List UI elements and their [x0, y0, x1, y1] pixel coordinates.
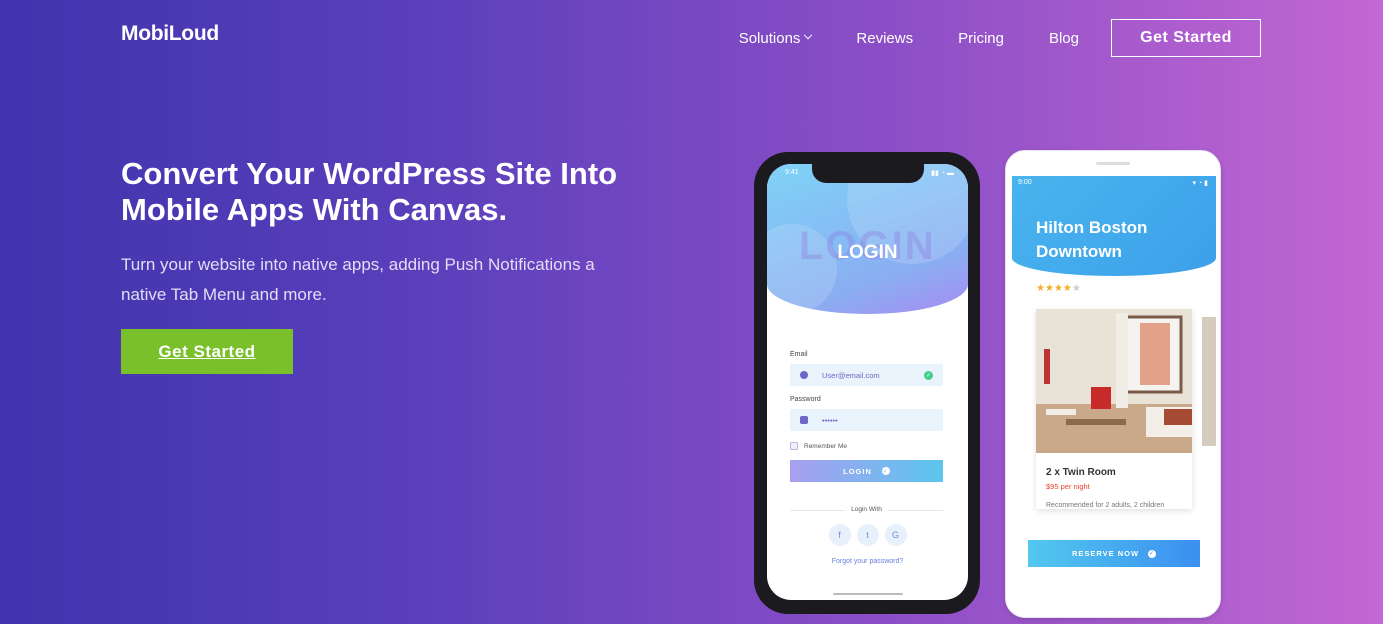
star-icon: ★ — [1062, 283, 1072, 294]
nav-solutions[interactable]: Solutions — [739, 30, 813, 47]
next-room-image[interactable] — [1202, 317, 1216, 446]
login-header: LOGIN LOGIN — [767, 164, 968, 314]
check-icon: ✓ — [924, 370, 933, 380]
rating-stars: ★★★★★ — [1036, 283, 1081, 294]
email-label: Email — [790, 351, 808, 358]
nav-blog[interactable]: Blog — [1049, 30, 1079, 47]
remember-me-checkbox[interactable]: Remember Me — [790, 442, 847, 450]
password-label: Password — [790, 396, 821, 403]
forgot-password-link[interactable]: Forgot your password? — [767, 558, 968, 565]
hotel-screen: 9:00 ▾ ◔ ▮ Hilton Boston Downtown ★★★★★ — [1012, 176, 1216, 604]
user-icon — [800, 371, 808, 379]
nav-reviews[interactable]: Reviews — [856, 30, 913, 47]
login-title: LOGIN — [837, 242, 898, 263]
facebook-icon[interactable]: f — [828, 524, 851, 546]
twitter-icon[interactable]: t — [856, 524, 879, 546]
check-icon: ✓ — [1148, 549, 1157, 558]
nav-pricing[interactable]: Pricing — [958, 30, 1004, 47]
phone-mockup-login: LOGIN LOGIN 9:41 ▮▮ ◔ ▬ Email User@email… — [754, 152, 980, 614]
hotel-title: Hilton Boston Downtown — [1036, 218, 1148, 261]
nav-get-started-button[interactable]: Get Started — [1111, 19, 1261, 57]
status-time: 9:00 — [1018, 179, 1032, 186]
hero-subtitle: Turn your website into native apps, addi… — [121, 255, 595, 304]
star-icon: ★ — [1036, 283, 1045, 294]
phone-notch — [811, 164, 924, 183]
room-name: 2 x Twin Room — [1046, 467, 1116, 478]
star-icon: ★ — [1053, 283, 1063, 294]
hero-title: Convert Your WordPress Site Into Mobile … — [121, 156, 618, 227]
checkbox-icon — [790, 442, 798, 450]
status-time: 9:41 — [785, 169, 799, 176]
google-icon[interactable]: G — [884, 524, 907, 546]
star-icon: ★ — [1044, 283, 1054, 294]
mobiloud-logo[interactable]: MobiLoud — [121, 22, 219, 46]
social-login: f t G — [767, 524, 968, 546]
star-icon: ★ — [1071, 283, 1081, 294]
phone-speaker — [1096, 162, 1130, 165]
email-field[interactable]: User@email.com ✓ — [790, 364, 943, 386]
lock-icon — [800, 416, 808, 424]
password-field[interactable]: •••••• — [790, 409, 943, 431]
status-icons: ▮▮ ◔ ▬ — [931, 170, 954, 177]
phone-mockup-hotel: 9:00 ▾ ◔ ▮ Hilton Boston Downtown ★★★★★ — [1005, 150, 1221, 618]
status-icons: ▾ ◔ ▮ — [1192, 180, 1208, 187]
login-button[interactable]: LOGIN ✓ — [790, 460, 943, 482]
check-icon: ✓ — [881, 467, 890, 475]
room-description: Recommended for 2 adults, 2 children — [1046, 502, 1165, 509]
room-price: $95 per night — [1046, 482, 1090, 491]
reserve-now-button[interactable]: RESERVE NOW ✓ — [1028, 540, 1200, 567]
chevron-down-icon — [804, 30, 813, 40]
room-image — [1036, 309, 1192, 453]
hero-get-started-button[interactable]: Get Started — [121, 329, 293, 374]
home-indicator — [832, 593, 903, 595]
login-screen: LOGIN LOGIN 9:41 ▮▮ ◔ ▬ Email User@email… — [767, 164, 968, 600]
login-with-divider: Login With — [790, 506, 943, 520]
top-nav: Solutions Reviews Pricing Blog Get Start… — [739, 19, 1261, 57]
